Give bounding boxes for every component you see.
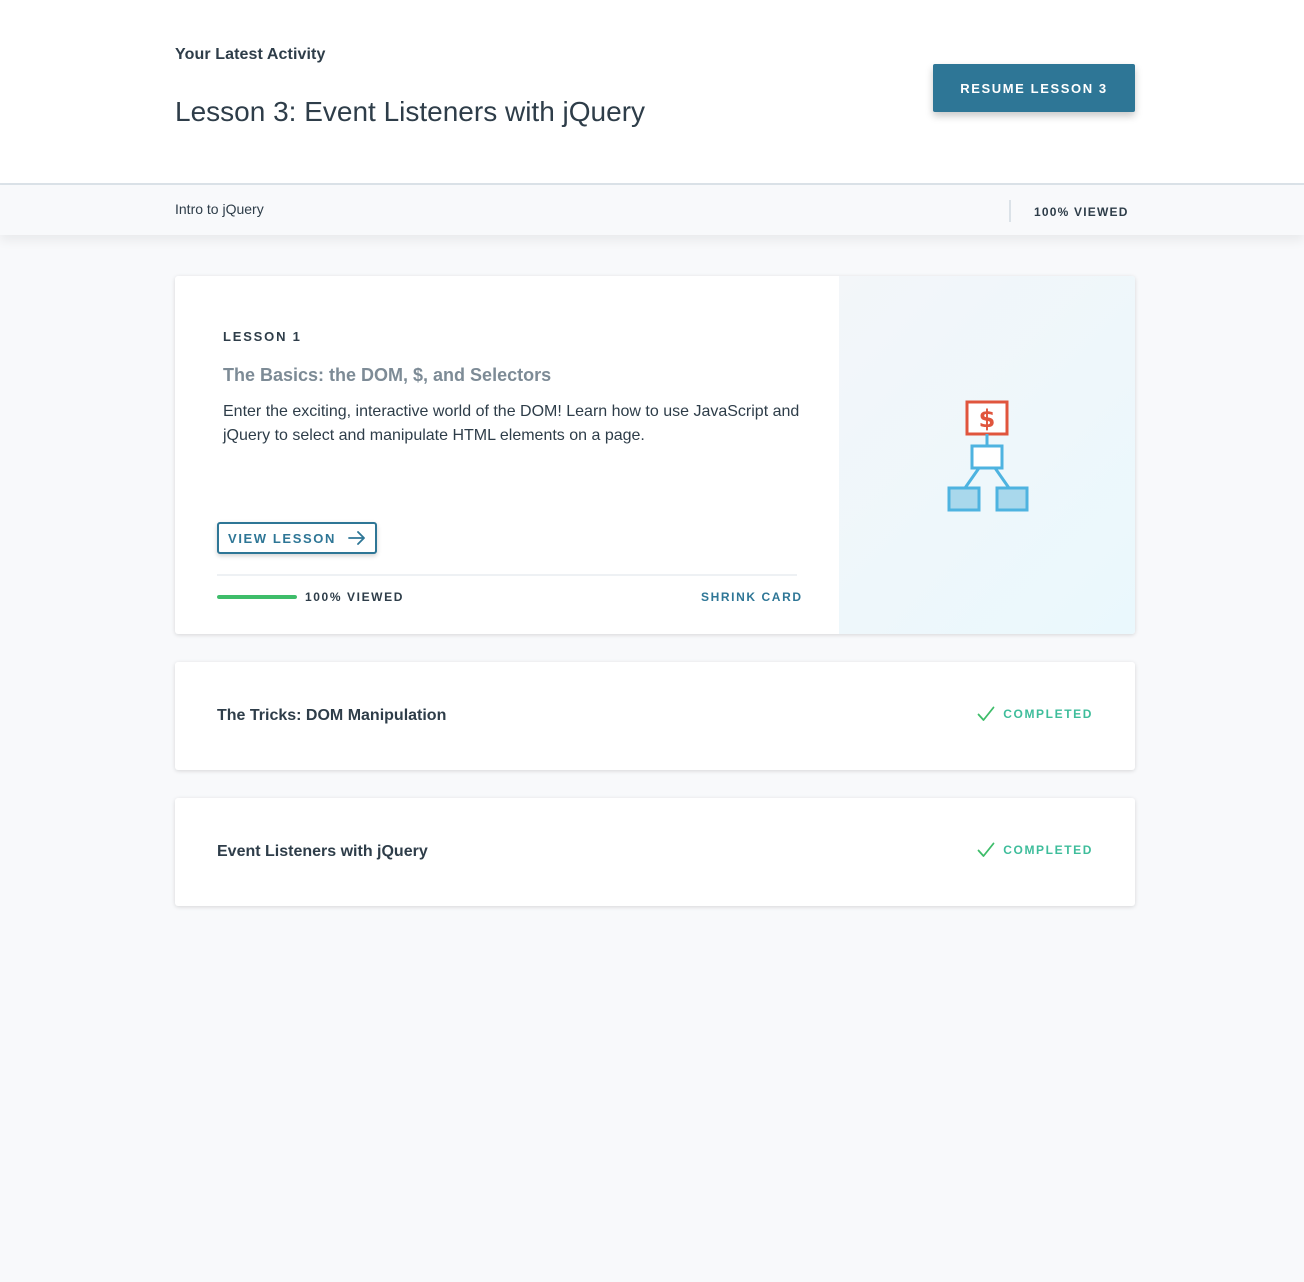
dom-tree-illustration-icon: $ bbox=[947, 400, 1029, 512]
lesson-title: The Basics: the DOM, $, and Selectors bbox=[223, 365, 552, 385]
progress-bar bbox=[217, 595, 297, 599]
status-label: COMPLETED bbox=[1003, 843, 1093, 857]
card-divider bbox=[217, 574, 797, 576]
lesson-title: The Tricks: DOM Manipulation bbox=[217, 707, 447, 724]
lesson-illustration-panel: $ bbox=[839, 276, 1135, 634]
lesson-card[interactable]: The Tricks: DOM Manipulation COMPLETED bbox=[175, 662, 1135, 770]
checkmark-icon bbox=[977, 706, 995, 721]
resume-lesson-button[interactable]: RESUME LESSON 3 bbox=[933, 64, 1135, 112]
progress-label: 100% VIEWED bbox=[305, 590, 404, 604]
arrow-right-icon bbox=[348, 531, 365, 545]
page-title: Lesson 3: Event Listeners with jQuery bbox=[175, 96, 646, 127]
checkmark-icon bbox=[977, 842, 995, 857]
lesson-description: Enter the exciting, interactive world of… bbox=[223, 403, 800, 444]
course-name[interactable]: Intro to jQuery bbox=[175, 201, 264, 217]
status-label: COMPLETED bbox=[1003, 707, 1093, 721]
lesson-card-expanded: LESSON 1 The Basics: the DOM, $, and Sel… bbox=[175, 276, 1135, 634]
progress-fill bbox=[217, 595, 297, 599]
activity-header: Your Latest Activity Lesson 3: Event Lis… bbox=[0, 0, 1304, 185]
completed-status: COMPLETED bbox=[977, 842, 1093, 858]
illustration-symbol: $ bbox=[979, 405, 996, 433]
view-lesson-label: VIEW LESSON bbox=[228, 530, 336, 546]
lesson-card[interactable]: Event Listeners with jQuery COMPLETED bbox=[175, 798, 1135, 906]
completed-status: COMPLETED bbox=[977, 706, 1093, 722]
course-bar: Intro to jQuery 100% VIEWED bbox=[0, 185, 1304, 235]
shrink-card-button[interactable]: SHRINK CARD bbox=[701, 590, 803, 604]
lesson-title: Event Listeners with jQuery bbox=[217, 843, 428, 860]
divider bbox=[1009, 200, 1011, 222]
lesson-number: LESSON 1 bbox=[223, 329, 302, 344]
course-viewed-status: 100% VIEWED bbox=[1034, 205, 1129, 219]
view-lesson-button[interactable]: VIEW LESSON bbox=[217, 522, 377, 554]
latest-activity-label: Your Latest Activity bbox=[175, 46, 326, 63]
